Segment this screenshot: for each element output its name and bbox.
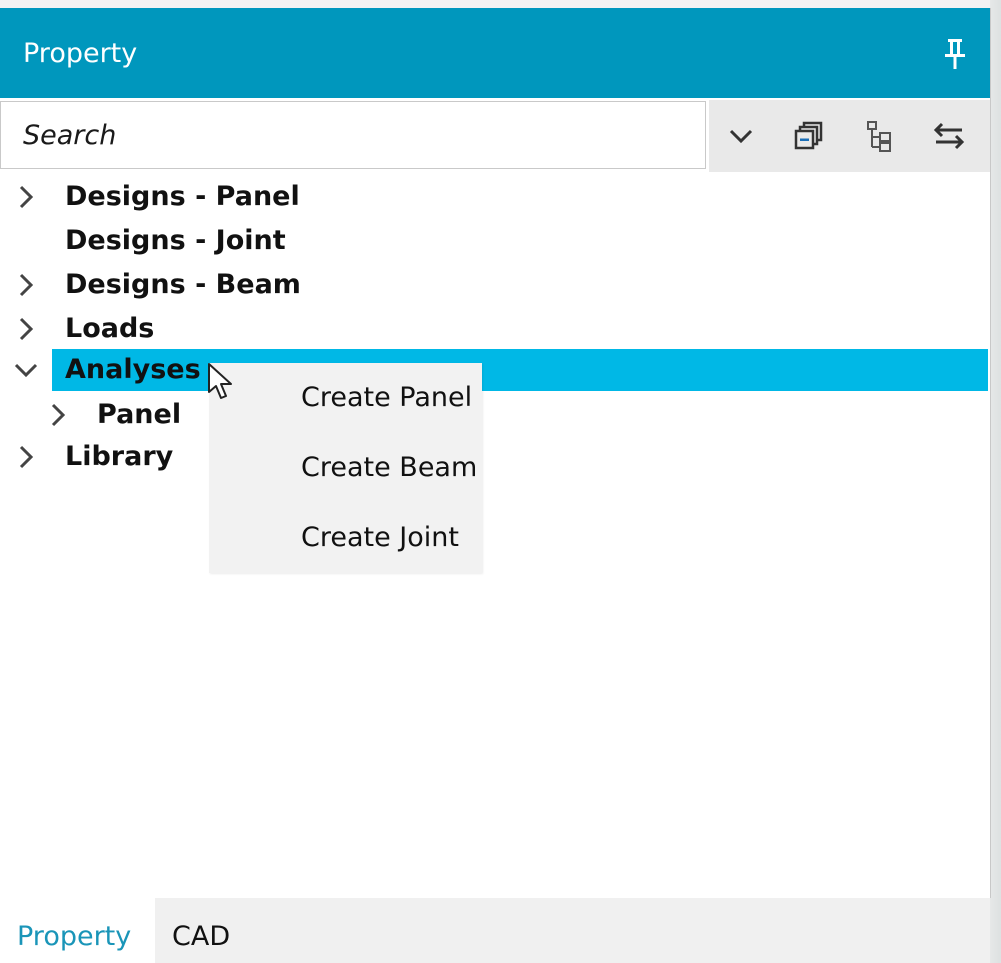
tab-cad[interactable]: CAD — [155, 898, 275, 963]
window-top-edge — [0, 0, 1001, 8]
window-right-edge — [990, 0, 1001, 963]
swap-arrows-icon — [933, 122, 965, 150]
tree-item-label: Designs - Beam — [65, 269, 301, 300]
chevron-right-icon[interactable] — [14, 445, 38, 469]
tree-item-label: Panel — [97, 399, 182, 430]
menu-item-create-panel[interactable]: Create Panel — [209, 363, 482, 433]
swap-button[interactable] — [927, 114, 971, 158]
menu-item-label: Create Beam — [301, 452, 478, 483]
tree-item-label: Analyses — [65, 354, 201, 385]
tree-item-library[interactable]: Library — [0, 436, 990, 478]
menu-item-create-beam[interactable]: Create Beam — [209, 433, 482, 503]
tree-item-designs-beam[interactable]: Designs - Beam — [0, 264, 990, 306]
menu-item-label: Create Panel — [301, 382, 473, 413]
chevron-right-icon[interactable] — [14, 185, 38, 209]
tree-structure-icon — [867, 121, 891, 152]
tab-label: Property — [17, 921, 132, 952]
property-panel: Property Search Designs - Panel Designs … — [0, 8, 991, 898]
tree-view-button[interactable] — [857, 114, 901, 158]
tab-property[interactable]: Property — [0, 898, 155, 963]
tree-item-label: Designs - Joint — [65, 225, 286, 256]
pin-icon[interactable] — [942, 36, 968, 72]
search-input[interactable] — [0, 101, 706, 169]
collapse-all-button[interactable] — [787, 114, 831, 158]
collapse-all-icon — [794, 121, 823, 150]
bottom-tab-bar: Property CAD — [0, 898, 990, 963]
tab-label: CAD — [172, 921, 231, 952]
tree-item-label: Designs - Panel — [65, 181, 300, 212]
panel-titlebar: Property — [0, 8, 990, 98]
dropdown-button[interactable] — [719, 114, 763, 158]
chevron-right-icon[interactable] — [14, 317, 38, 341]
chevron-down-icon — [729, 129, 753, 144]
tree-item-label: Loads — [65, 313, 155, 344]
panel-toolbar — [0, 100, 990, 172]
toolbar-buttons — [709, 100, 990, 172]
panel-title: Property — [23, 38, 138, 69]
menu-item-label: Create Joint — [301, 522, 459, 553]
tree-item-analyses[interactable]: Analyses — [0, 349, 990, 391]
tree-item-designs-panel[interactable]: Designs - Panel — [0, 176, 990, 218]
chevron-right-icon[interactable] — [14, 273, 38, 297]
tree-item-designs-joint[interactable]: Designs - Joint — [0, 220, 990, 262]
chevron-right-icon[interactable] — [46, 403, 70, 427]
tree-item-panel[interactable]: Panel — [0, 394, 990, 436]
menu-item-create-joint[interactable]: Create Joint — [209, 503, 482, 573]
mouse-cursor-icon — [208, 363, 232, 399]
context-menu: Create Panel Create Beam Create Joint — [209, 363, 482, 573]
tree-item-label: Library — [65, 441, 174, 472]
tree-item-loads[interactable]: Loads — [0, 308, 990, 350]
chevron-down-icon[interactable] — [14, 358, 38, 382]
